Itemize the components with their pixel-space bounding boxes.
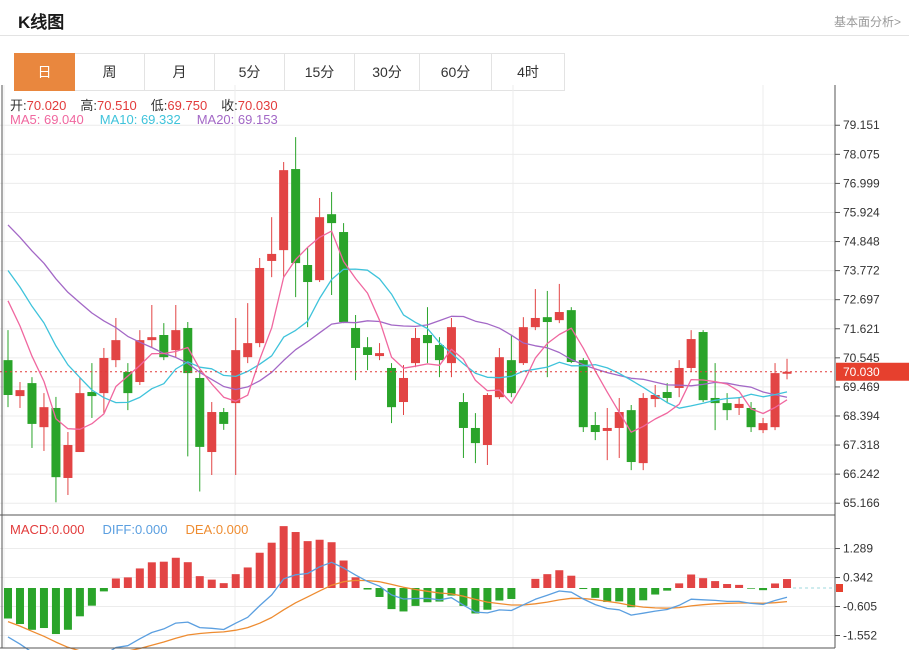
open-value: 70.020 [26,98,67,113]
svg-text:74.848: 74.848 [843,235,880,249]
svg-text:65.166: 65.166 [843,496,880,510]
high-value: 70.510 [97,98,137,113]
macd-value: MACD:0.000 [10,522,85,537]
svg-text:69.469: 69.469 [843,380,880,394]
high-label: 高: [80,98,98,113]
svg-text:75.924: 75.924 [843,205,880,219]
svg-text:71.621: 71.621 [843,322,880,336]
diff-value: DIFF:0.000 [102,522,168,537]
svg-text:78.075: 78.075 [843,147,880,161]
close-label: 收: [221,98,238,113]
ma20-readout: MA20: 69.153 [196,112,278,127]
ma10-readout: MA10: 69.332 [99,112,181,127]
svg-text:76.999: 76.999 [843,176,880,190]
svg-text:0.342: 0.342 [843,571,873,585]
svg-text:67.318: 67.318 [843,438,880,452]
low-value: 69.750 [167,98,208,113]
svg-text:70.030: 70.030 [843,365,880,379]
svg-text:68.394: 68.394 [843,409,880,423]
ma-readout: MA5: 69.040 MA10: 69.332 MA20: 69.153 [10,112,278,127]
kline-page: K线图 基本面分析> 日周月 5分 15分 30分 60分 4时 开:70.020 高:70… [0,0,909,650]
svg-text:73.772: 73.772 [843,264,880,278]
svg-text:72.697: 72.697 [843,293,880,307]
svg-text:-1.552: -1.552 [843,629,877,643]
dea-value: DEA:0.000 [185,522,249,537]
close-value: 70.030 [237,98,278,113]
header-divider [0,35,909,36]
fundamental-analysis-link[interactable]: 基本面分析> [834,13,901,30]
svg-text:79.151: 79.151 [843,118,880,132]
svg-text:66.242: 66.242 [843,467,880,481]
svg-text:1.289: 1.289 [843,542,873,556]
kline-chart-canvas[interactable]: 79.151 78.075 76.999 75.924 74.848 73.772 72.6… [0,85,909,650]
low-label: 低: [150,98,168,113]
svg-text:-0.605: -0.605 [843,600,877,614]
ma5-readout: MA5: 69.040 [10,112,84,127]
open-label: 开: [10,98,27,113]
page-title: K线图 [18,13,65,32]
macd-readout: MACD:0.000 DIFF:0.000 DEA:0.000 [10,522,248,537]
svg-text:70.545: 70.545 [843,351,880,365]
